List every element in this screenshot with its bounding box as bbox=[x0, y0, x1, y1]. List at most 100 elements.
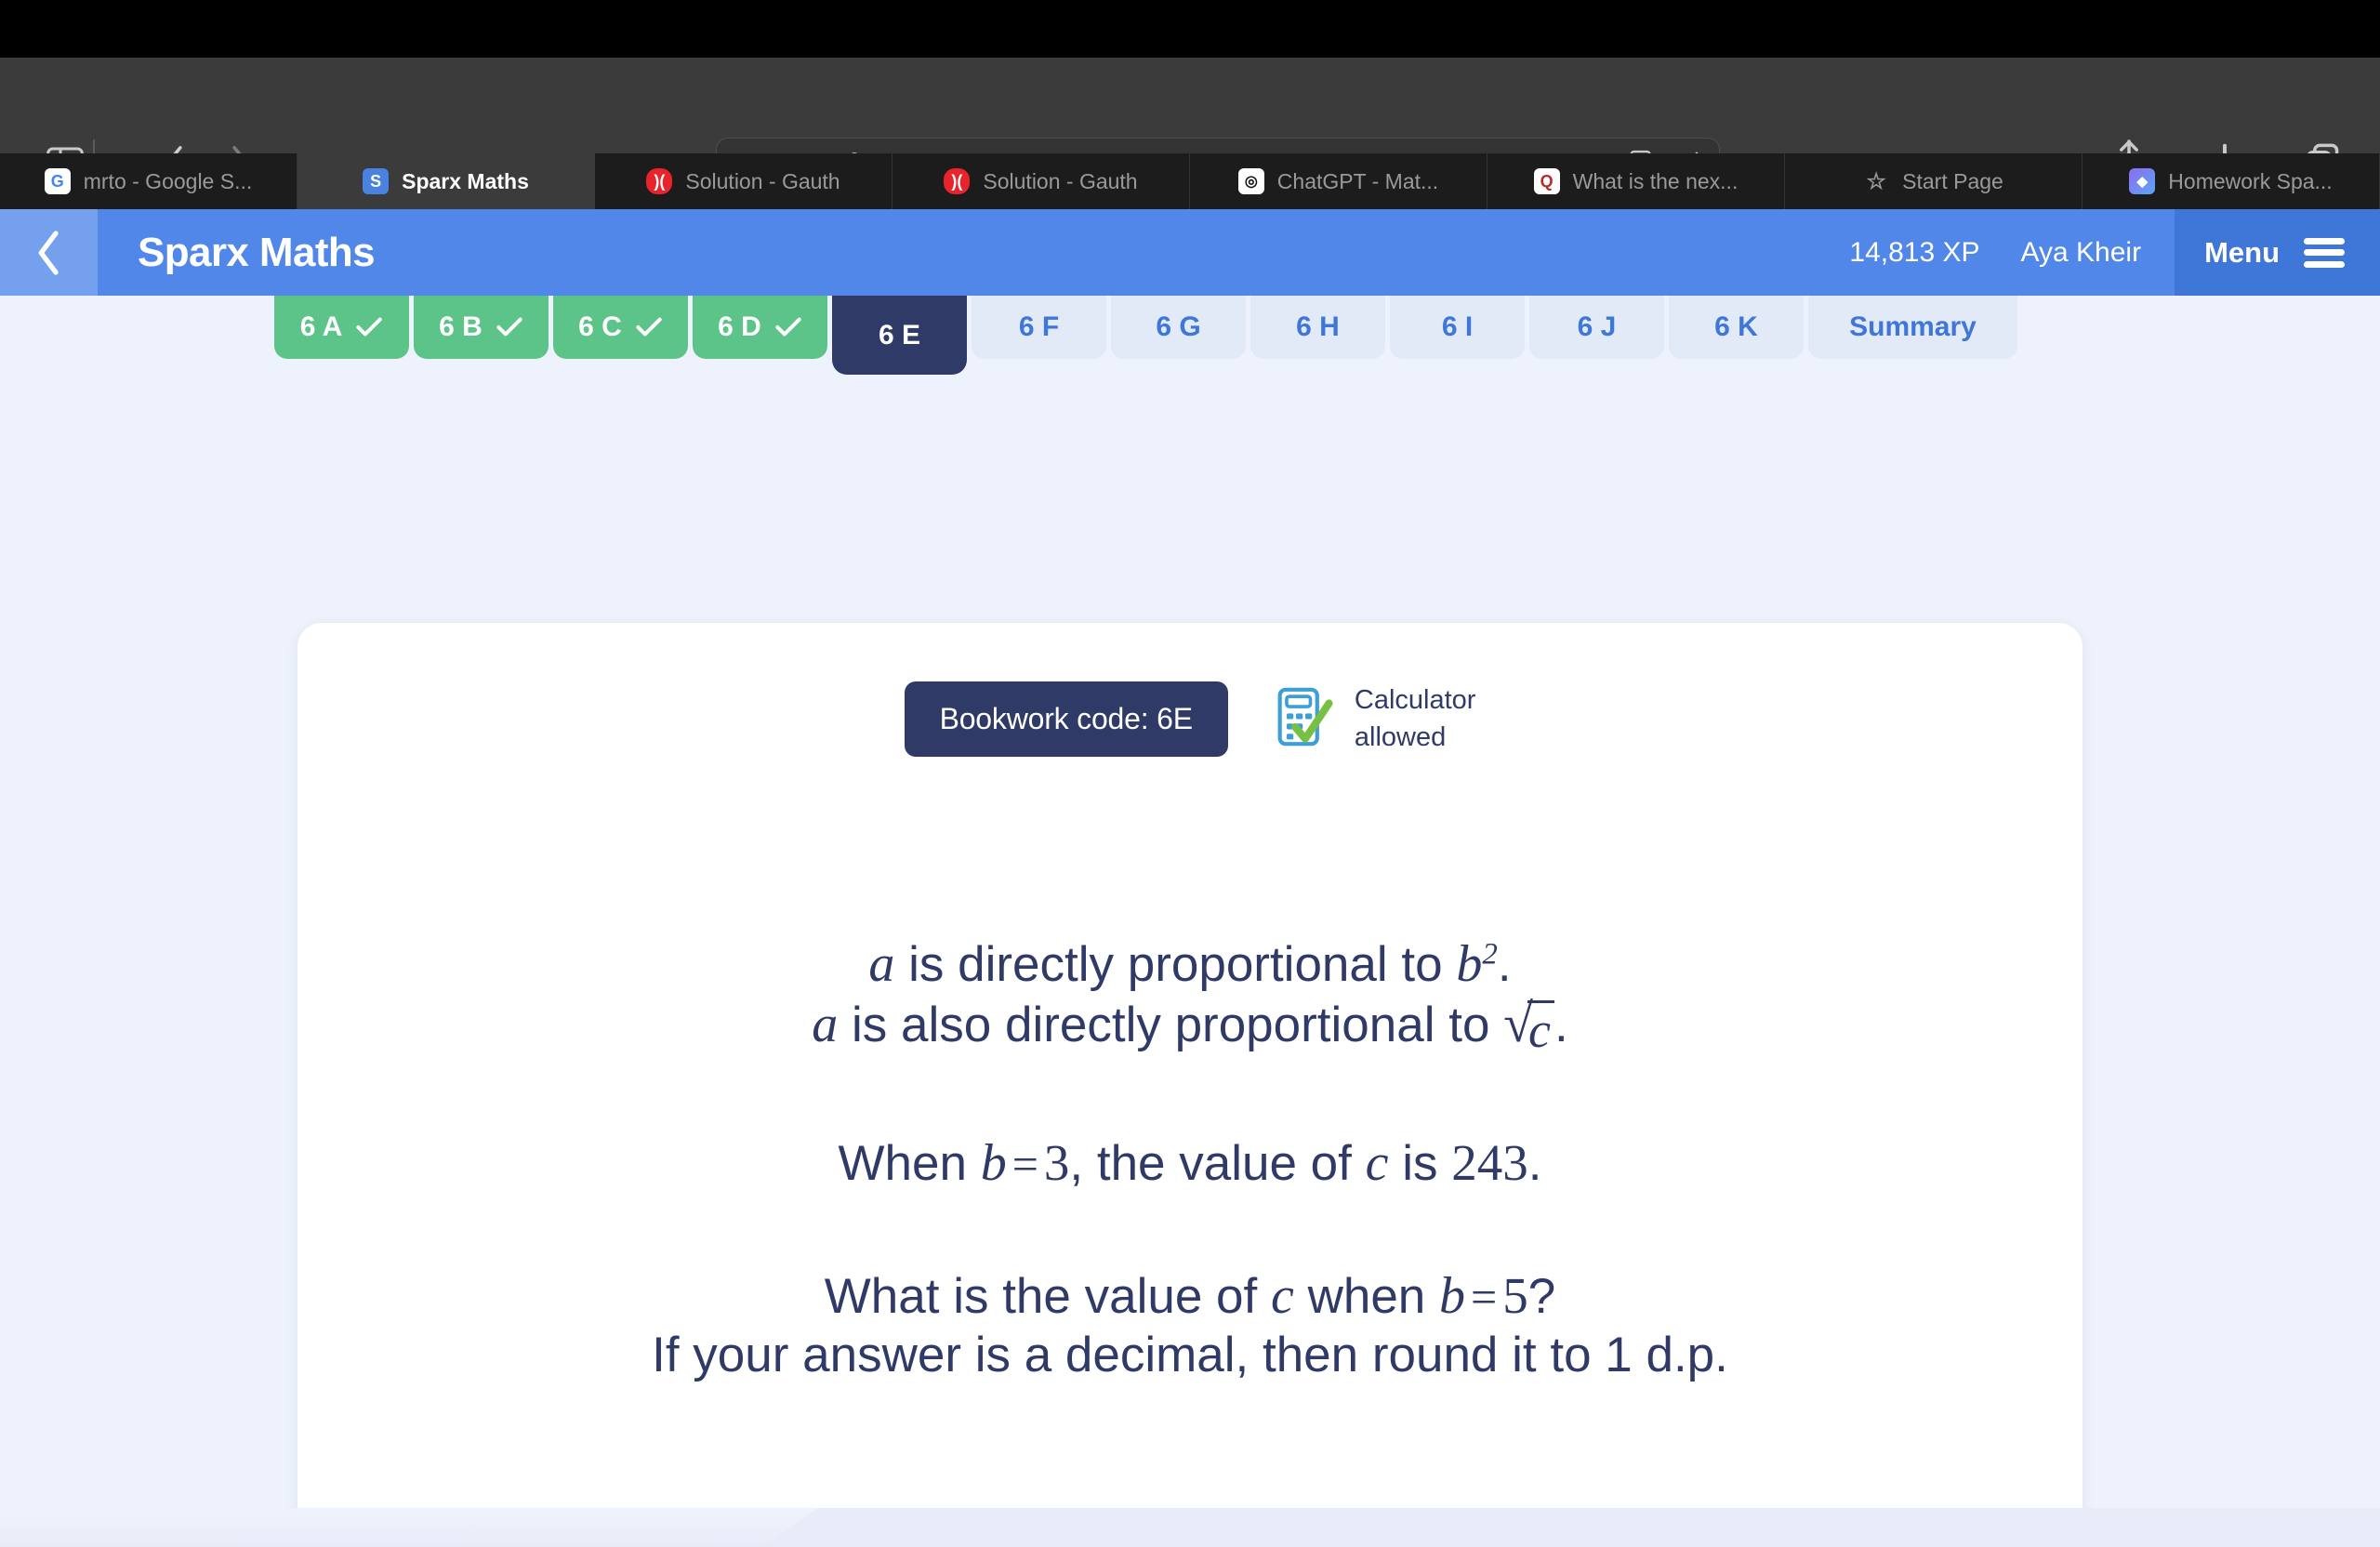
topic-tab-6e[interactable]: 6 E bbox=[832, 296, 967, 375]
star-icon: ☆ bbox=[1866, 168, 1886, 194]
status-bar bbox=[0, 0, 2380, 58]
browser-tab-label: ChatGPT - Mat... bbox=[1276, 168, 1439, 193]
topic-tab-label: 6 B bbox=[439, 311, 483, 342]
chatgpt-icon: ◎ bbox=[1237, 168, 1264, 194]
topic-tab-label: 6 C bbox=[578, 311, 622, 342]
topic-tab-6c[interactable]: 6 C bbox=[553, 296, 688, 359]
question-line-4: What is the value of c when b = 5? bbox=[298, 1266, 2082, 1327]
question-text: a is directly proportional to b2. a is a… bbox=[298, 934, 2082, 1383]
topic-tab-label: 6 H bbox=[1296, 311, 1340, 342]
gauth-icon: )( bbox=[944, 168, 971, 194]
question-line-3-pre: When bbox=[838, 1135, 967, 1191]
browser-tab[interactable]: ☆ Start Page bbox=[1785, 153, 2082, 209]
math-value-3: 3 bbox=[1043, 1133, 1070, 1191]
card-header-row: Bookwork code: 6E Calculator allowed bbox=[298, 681, 2082, 757]
question-line-2: a is also directly proportional to √ c. bbox=[298, 995, 2082, 1055]
math-var-c3: c bbox=[1365, 1133, 1389, 1192]
sparx-app: Sparx Maths 14,813 XP Aya Kheir Menu 6 A… bbox=[0, 209, 2380, 1547]
topic-tab-6g[interactable]: 6 G bbox=[1111, 296, 1246, 359]
topic-tab-label: 6 E bbox=[878, 319, 921, 350]
topic-tab-6b[interactable]: 6 B bbox=[414, 296, 549, 359]
topic-tab-6i[interactable]: 6 I bbox=[1390, 296, 1525, 359]
page-title: Sparx Maths bbox=[138, 229, 376, 275]
question-line-2-text: is also directly proportional to bbox=[852, 997, 1490, 1052]
browser-tab-label: Sparx Maths bbox=[402, 168, 529, 193]
homework-icon: ◆ bbox=[2129, 168, 2156, 194]
topic-tab-summary[interactable]: Summary bbox=[1808, 296, 2017, 359]
browser-tab-strip: G mrto - Google S... S Sparx Maths )( So… bbox=[0, 153, 2380, 209]
topic-tab-6d[interactable]: 6 D bbox=[693, 296, 827, 359]
topic-tab-6f[interactable]: 6 F bbox=[972, 296, 1106, 359]
browser-tab[interactable]: )( Solution - Gauth bbox=[595, 153, 892, 209]
browser-tab[interactable]: Q What is the nex... bbox=[1488, 153, 1785, 209]
topic-tab-label: 6 G bbox=[1156, 311, 1201, 342]
calculator-check-icon bbox=[1276, 686, 1334, 752]
bookwork-code-badge: Bookwork code: 6E bbox=[904, 681, 1228, 757]
question-line-4-mid: when bbox=[1307, 1268, 1426, 1324]
question-line-1-text: is directly proportional to bbox=[908, 937, 1443, 992]
xp-counter: 14,813 XP bbox=[1849, 236, 1980, 268]
check-icon bbox=[356, 317, 382, 337]
app-back-button[interactable] bbox=[0, 209, 98, 296]
calculator-allowed-note: Calculator allowed bbox=[1276, 682, 1476, 756]
browser-tab-label: Start Page bbox=[1902, 168, 2003, 193]
google-icon: G bbox=[44, 168, 71, 194]
topic-tab-6j[interactable]: 6 J bbox=[1529, 296, 1664, 359]
math-value-5: 5 bbox=[1502, 1266, 1528, 1324]
browser-tab[interactable]: ◆ Homework Spa... bbox=[2082, 153, 2380, 209]
user-name[interactable]: Aya Kheir bbox=[2021, 237, 2142, 269]
check-icon bbox=[636, 317, 662, 337]
math-var-c: c bbox=[1527, 999, 1554, 1055]
quora-icon: Q bbox=[1533, 168, 1560, 194]
question-card: Bookwork code: 6E Calculator allowed a i… bbox=[298, 623, 2082, 1547]
browser-tab-active[interactable]: S Sparx Maths bbox=[298, 153, 595, 209]
topic-tab-label: 6 J bbox=[1577, 311, 1617, 342]
question-line-3-is: is bbox=[1402, 1135, 1438, 1191]
question-line-1-end: . bbox=[1497, 937, 1512, 992]
app-header: Sparx Maths 14,813 XP Aya Kheir Menu bbox=[0, 209, 2380, 296]
topic-tab-label: 6 D bbox=[718, 311, 761, 342]
page-bottom-shade bbox=[0, 1508, 2380, 1547]
topic-tab-label: 6 A bbox=[299, 311, 343, 342]
browser-tab[interactable]: )( Solution - Gauth bbox=[892, 153, 1190, 209]
square-root-expression: √ c bbox=[1503, 997, 1554, 1055]
math-equals-2: = bbox=[1471, 1270, 1498, 1323]
browser-tab[interactable]: ◎ ChatGPT - Mat... bbox=[1190, 153, 1488, 209]
math-var-b3: b bbox=[980, 1133, 1007, 1192]
topic-tab-6h[interactable]: 6 H bbox=[1250, 296, 1385, 359]
topic-tab-label: Summary bbox=[1849, 311, 1977, 342]
question-line-3-mid: , the value of bbox=[1069, 1135, 1352, 1191]
math-var-b: b bbox=[1456, 935, 1483, 993]
page-bottom-shade-accent bbox=[762, 1508, 2380, 1547]
browser-chrome: www.sparxmaths.uk/student/package/786774… bbox=[0, 0, 2380, 209]
topic-tab-6a[interactable]: 6 A bbox=[274, 296, 409, 359]
menu-button[interactable]: Menu bbox=[2175, 209, 2380, 296]
topic-tab-label: 6 I bbox=[1441, 311, 1474, 342]
question-line-2-end: . bbox=[1554, 997, 1568, 1052]
browser-toolbar: www.sparxmaths.uk/student/package/786774… bbox=[0, 58, 2380, 192]
math-equals: = bbox=[1012, 1137, 1038, 1190]
topic-tab-6k[interactable]: 6 K bbox=[1669, 296, 1804, 359]
browser-tab[interactable]: G mrto - Google S... bbox=[0, 153, 298, 209]
question-line-4-end: ? bbox=[1527, 1268, 1556, 1324]
math-exponent-2: 2 bbox=[1482, 937, 1498, 972]
math-var-a2: a bbox=[812, 995, 839, 1053]
browser-tab-label: Homework Spa... bbox=[2168, 168, 2333, 193]
check-icon bbox=[496, 317, 522, 337]
topic-tab-row: 6 A 6 B 6 C 6 D 6 E 6 F 6 G 6 H 6 I 6 J … bbox=[274, 296, 2022, 375]
question-line-3-end: . bbox=[1527, 1135, 1542, 1191]
calculator-line-1: Calculator bbox=[1354, 685, 1476, 716]
question-line-1: a is directly proportional to b2. bbox=[298, 934, 2082, 995]
question-line-4-pre: What is the value of bbox=[824, 1268, 1258, 1324]
browser-tab-label: Solution - Gauth bbox=[983, 168, 1138, 193]
math-var-a: a bbox=[868, 935, 895, 993]
topic-tab-label: 6 K bbox=[1714, 311, 1758, 342]
browser-tab-label: What is the nex... bbox=[1572, 168, 1739, 193]
menu-label: Menu bbox=[2204, 235, 2280, 269]
browser-tab-label: Solution - Gauth bbox=[685, 168, 840, 193]
calculator-line-2: allowed bbox=[1354, 721, 1447, 752]
gauth-icon: )( bbox=[646, 168, 673, 194]
math-var-c4: c bbox=[1270, 1266, 1294, 1325]
